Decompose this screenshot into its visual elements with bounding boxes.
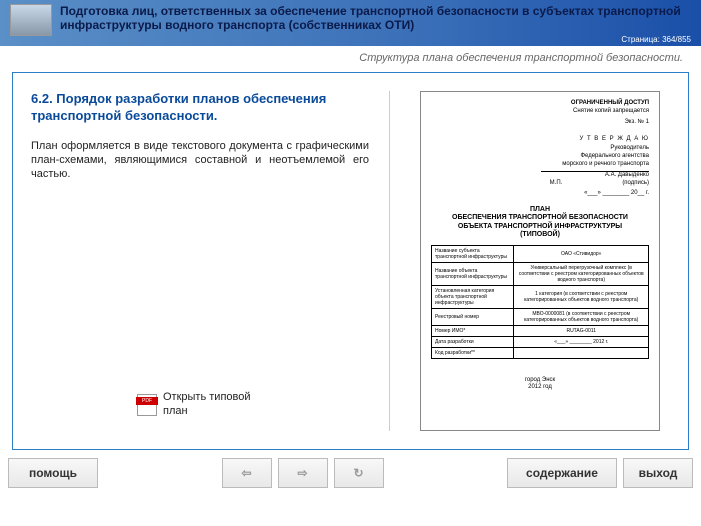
- next-button[interactable]: ⇨: [278, 458, 328, 488]
- doc-plan-l1: ПЛАН: [431, 206, 649, 214]
- doc-approve-pos3: морского и речного транспорта: [431, 160, 649, 168]
- doc-table: Название субъекта транспортной инфрастру…: [431, 245, 649, 359]
- doc-mp: М.П.: [550, 180, 563, 186]
- table-cell-value: Универсальный перегрузочный комплекс (в …: [514, 263, 649, 286]
- table-cell-value: RUTAG-0011: [514, 326, 649, 337]
- open-plan-link[interactable]: Открыть типовой план: [31, 391, 369, 417]
- table-cell-label: Дата разработки: [432, 337, 514, 348]
- doc-plan-l3: ОБЪЕКТА ТРАНСПОРТНОЙ ИНФРАСТРУКТУРЫ: [431, 223, 649, 231]
- toc-button[interactable]: содержание: [507, 458, 617, 488]
- prev-button[interactable]: ⇦: [222, 458, 272, 488]
- doc-approve-pos2: Федерального агентства: [431, 152, 649, 160]
- header-title: Подготовка лиц, ответственных за обеспеч…: [60, 4, 691, 33]
- table-cell-value: «___» ________ 2012 г.: [514, 337, 649, 348]
- pdf-icon: [137, 394, 157, 416]
- document-preview: ОГРАНИЧЕННЫЙ ДОСТУП Снятие копий запреща…: [420, 91, 660, 431]
- section-title: 6.2. Порядок разработки планов обеспечен…: [31, 91, 369, 125]
- doc-footer-city: город Энск: [431, 377, 649, 384]
- doc-exn: Экз. № 1: [431, 119, 649, 127]
- table-cell-value: ОАО «Стивидор»: [514, 246, 649, 263]
- header-thumbnail: [10, 4, 52, 36]
- doc-footer-year: 2012 год: [431, 384, 649, 391]
- doc-plan-l2: ОБЕСПЕЧЕНИЯ ТРАНСПОРТНОЙ БЕЗОПАСНОСТИ: [431, 214, 649, 222]
- table-row: Код разработки**: [432, 348, 649, 359]
- table-cell-label: Установленная категория объекта транспор…: [432, 286, 514, 309]
- table-cell-value: [514, 348, 649, 359]
- doc-plan-l4: (ТИПОВОЙ): [431, 231, 649, 239]
- subtitle: Структура плана обеспечения транспортной…: [0, 46, 701, 68]
- doc-restricted: ОГРАНИЧЕННЫЙ ДОСТУП: [431, 100, 649, 108]
- doc-copies: Снятие копий запрещается: [431, 108, 649, 116]
- right-column: ОГРАНИЧЕННЫЙ ДОСТУП Снятие копий запреща…: [410, 91, 670, 431]
- table-cell-label: Название субъекта транспортной инфрастру…: [432, 246, 514, 263]
- table-cell-label: Номер ИМО*: [432, 326, 514, 337]
- doc-approve: У Т В Е Р Ж Д А Ю: [431, 135, 649, 143]
- exit-button[interactable]: выход: [623, 458, 693, 488]
- section-body: План оформляется в виде текстового докум…: [31, 139, 369, 182]
- table-cell-value: 1 категория (в соответствии с реестром к…: [514, 286, 649, 309]
- table-row: Название субъекта транспортной инфрастру…: [432, 246, 649, 263]
- table-cell-label: Код разработки**: [432, 348, 514, 359]
- table-row: Установленная категория объекта транспор…: [432, 286, 649, 309]
- table-cell-value: МВО-0000081 (в соответствии с реестром к…: [514, 309, 649, 326]
- table-row: Название объекта транспортной инфраструк…: [432, 263, 649, 286]
- header: Подготовка лиц, ответственных за обеспеч…: [0, 0, 701, 46]
- content-frame: 6.2. Порядок разработки планов обеспечен…: [12, 72, 689, 450]
- doc-date: «___» ________ 20__ г.: [431, 190, 649, 196]
- bottom-toolbar: помощь ⇦ ⇨ ↻ содержание выход: [0, 458, 701, 488]
- page-number: Страница: 364/855: [60, 35, 691, 44]
- doc-approve-pos1: Руководитель: [431, 144, 649, 152]
- table-row: Номер ИМО*RUTAG-0011: [432, 326, 649, 337]
- open-plan-label: Открыть типовой план: [163, 391, 263, 417]
- left-column: 6.2. Порядок разработки планов обеспечен…: [31, 91, 390, 431]
- refresh-button[interactable]: ↻: [334, 458, 384, 488]
- help-button[interactable]: помощь: [8, 458, 98, 488]
- doc-signer: А.А. Давыденко: [431, 172, 649, 178]
- doc-sign-label: (подпись): [622, 180, 649, 186]
- table-cell-label: Реестровый номер: [432, 309, 514, 326]
- table-row: Дата разработки«___» ________ 2012 г.: [432, 337, 649, 348]
- table-cell-label: Название объекта транспортной инфраструк…: [432, 263, 514, 286]
- table-row: Реестровый номерМВО-0000081 (в соответст…: [432, 309, 649, 326]
